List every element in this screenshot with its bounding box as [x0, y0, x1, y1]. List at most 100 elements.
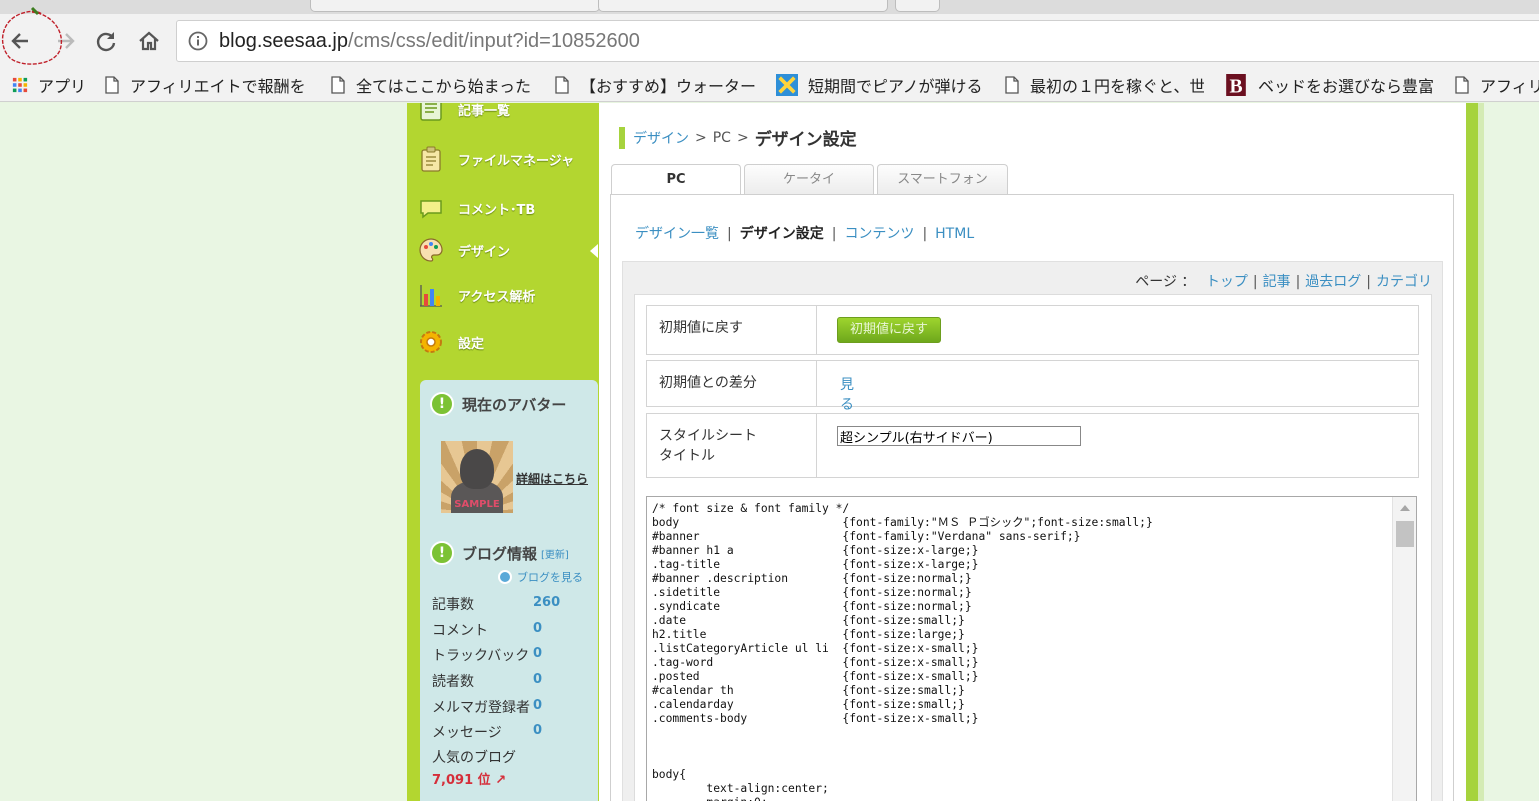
stat-value-comments[interactable]: 0 [533, 621, 542, 636]
sidebar-item-design[interactable]: デザイン [407, 230, 599, 270]
sidebar-item-articles[interactable]: 記事一覧 [407, 103, 599, 129]
page-icon [1455, 76, 1469, 94]
stylesheet-title-input[interactable] [837, 426, 1081, 446]
bookmarks-bar: アプリ アフィリエイトで報酬をあげ 全てはここから始まった。 【おすすめ】ウォー… [0, 68, 1539, 102]
bookmark-item[interactable]: アフィリエイトで報酬をあげ [104, 74, 307, 96]
reset-row-label: 初期値に戻す [647, 306, 817, 354]
page-title: デザイン設定 [754, 130, 857, 150]
browser-tab-strip [0, 0, 1539, 14]
view-blog-icon [498, 570, 512, 584]
stat-label-comments: コメント [432, 623, 488, 639]
css-editor-scrollbar[interactable] [1392, 497, 1416, 801]
breadcrumb-design-link[interactable]: デザイン [633, 128, 689, 148]
sidebar-item-settings[interactable]: 設定 [407, 322, 599, 362]
stat-label-newsletter: メルマガ登録者 [432, 700, 530, 716]
bookmark-item[interactable]: B ベッドをお選びなら豊富な [1224, 74, 1434, 96]
browser-tab[interactable] [310, 0, 600, 12]
info-icon[interactable] [188, 31, 208, 51]
reload-button[interactable] [91, 26, 121, 56]
popular-blog-rank[interactable]: 7,091 位 ↗ [432, 769, 506, 788]
bookmark-item[interactable]: 短期間でピアノが弾けるよ [776, 74, 984, 96]
bookmark-label: 短期間でピアノが弾けるよ [808, 77, 984, 96]
blog-info-title: ブログ情報 [462, 544, 538, 563]
diff-row-label: 初期値との差分 [647, 361, 817, 406]
css-editor-textarea[interactable]: /* font size & font family */ body {font… [646, 496, 1417, 801]
home-button[interactable] [134, 26, 164, 56]
popular-rank-value: 7,091 位 [432, 773, 491, 788]
sidebar-item-label: ファイルマネージャ [458, 153, 575, 169]
new-tab-button[interactable] [895, 0, 940, 12]
back-button[interactable] [6, 26, 36, 56]
url-path: /cms/css/edit/input?id=10852600 [347, 30, 640, 52]
page-nav-top[interactable]: トップ [1206, 274, 1248, 290]
diff-row: 初期値との差分 見る [646, 360, 1419, 413]
avatar-detail-link[interactable]: 詳細はこちら [516, 470, 588, 487]
browser-toolbar: blog.seesaa.jp/cms/css/edit/input?id=108… [0, 6, 1539, 68]
subnav-design-list[interactable]: デザイン一覧 [635, 226, 719, 242]
breadcrumb-separator: > [695, 129, 707, 146]
subnav-html[interactable]: HTML [935, 226, 974, 242]
forward-arrow-icon [58, 33, 75, 49]
sidebar-item-comments[interactable]: コメント･TB [407, 188, 599, 228]
reset-default-button[interactable]: 初期値に戻す [837, 317, 941, 343]
title-row-label: スタイルシート タイトル [647, 414, 817, 477]
bookmark-label: 最初の１円を稼ぐと、世 [1030, 77, 1204, 96]
bookmark-item[interactable]: 【おすすめ】ウォーターサーバ [554, 74, 756, 96]
avatar-image[interactable]: SAMPLE [441, 441, 513, 513]
address-bar[interactable]: blog.seesaa.jp/cms/css/edit/input?id=108… [176, 20, 1539, 62]
browser-tab[interactable] [598, 0, 888, 12]
stat-value-messages[interactable]: 0 [533, 723, 542, 738]
stat-value-articles[interactable]: 260 [533, 595, 560, 610]
bookmark-label: 全てはここから始まった。 [356, 77, 530, 96]
sidebar-item-file-manager[interactable]: ファイルマネージャ [407, 139, 599, 179]
subnav-design-settings[interactable]: デザイン設定 [740, 226, 824, 242]
bookmark-item[interactable]: 最初の１円を稼ぐと、世 [1004, 74, 1204, 96]
page-nav-archive[interactable]: 過去ログ [1305, 274, 1361, 290]
bookmark-label: 【おすすめ】ウォーターサーバ [580, 77, 756, 96]
tab-mobile[interactable]: ケータイ [744, 164, 874, 195]
bookmark-item[interactable]: アフィリエ [1454, 74, 1539, 96]
blog-info-update-link[interactable]: [更新] [541, 546, 569, 561]
breadcrumb-separator: > [736, 129, 749, 146]
bookmark-apps[interactable]: アプリ [12, 74, 92, 96]
bookmark-label: アフィリエ [1480, 77, 1539, 96]
subnav-separator: | [831, 226, 837, 242]
view-diff-link[interactable]: 見る [840, 374, 854, 414]
sidebar-item-label: デザイン [458, 244, 511, 260]
avatar-sample-label: SAMPLE [454, 499, 500, 510]
stat-value-readers[interactable]: 0 [533, 672, 542, 687]
breadcrumb: デザイン > PC > デザイン設定 [619, 125, 857, 150]
page-viewport: 記事一覧 ファイルマネージャ コメント･TB デザイン アクセス解析 設定 ! … [0, 103, 1539, 801]
scrollbar-thumb[interactable] [1396, 521, 1414, 547]
stat-value-trackbacks[interactable]: 0 [533, 646, 542, 661]
tab-pc[interactable]: PC [611, 164, 741, 196]
back-arrow-icon [11, 33, 28, 49]
exclamation-icon: ! [430, 541, 454, 565]
breadcrumb-pc-link[interactable]: PC [713, 130, 731, 146]
subnav-contents[interactable]: コンテンツ [844, 226, 914, 242]
title-label-line2: タイトル [659, 448, 715, 464]
subnav-separator: | [922, 226, 928, 242]
stat-label-messages: メッセージ [432, 725, 502, 741]
sidebar-item-label: コメント･TB [458, 202, 536, 218]
right-border-stripe [1466, 103, 1478, 801]
tab-smartphone[interactable]: スマートフォン [877, 164, 1008, 195]
breadcrumb-marker [619, 126, 625, 149]
clipboard-icon [421, 146, 441, 172]
blog-info-heading: ! ブログ情報 [更新] [430, 541, 569, 565]
sidebar-item-analytics[interactable]: アクセス解析 [407, 275, 599, 315]
sidebar-item-label: 記事一覧 [458, 103, 511, 119]
scroll-up-arrow-icon[interactable] [1400, 505, 1410, 511]
stylesheet-form: 初期値に戻す 初期値に戻す 初期値との差分 見る スタイルシート タイトル 超シ… [634, 294, 1432, 801]
active-menu-indicator [590, 244, 598, 258]
forward-button[interactable] [50, 26, 80, 56]
page-nav-label: ページ ： [1135, 274, 1196, 290]
page-nav-article[interactable]: 記事 [1263, 274, 1291, 290]
b-logo-icon: B [1226, 74, 1246, 96]
stat-value-newsletter[interactable]: 0 [533, 698, 542, 713]
bookmark-item[interactable]: 全てはここから始まった。 [330, 74, 530, 96]
view-blog-link[interactable]: ブログを見る [498, 569, 583, 585]
home-icon [139, 31, 159, 51]
url-text[interactable]: blog.seesaa.jp/cms/css/edit/input?id=108… [219, 30, 640, 53]
page-nav-category[interactable]: カテゴリ [1376, 274, 1432, 290]
